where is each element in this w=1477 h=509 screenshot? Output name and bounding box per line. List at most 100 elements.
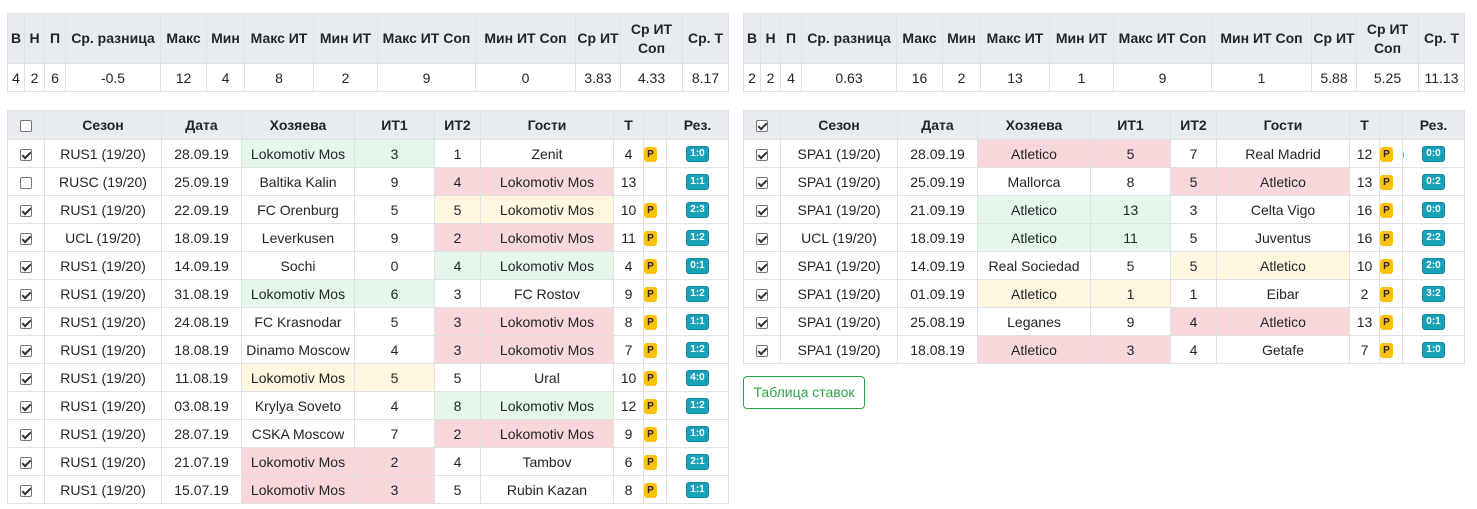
row-checkbox[interactable] bbox=[756, 176, 768, 189]
result-badge[interactable]: 1:2 bbox=[686, 398, 709, 415]
result-badge[interactable]: 2:0 bbox=[1422, 258, 1445, 275]
col-home[interactable]: Хозяева bbox=[977, 110, 1091, 140]
col-it2[interactable]: ИТ2 bbox=[1170, 110, 1217, 140]
away-team-cell[interactable]: Atletico bbox=[1216, 251, 1350, 280]
col-it1[interactable]: ИТ1 bbox=[1090, 110, 1171, 140]
p-badge[interactable]: P bbox=[1380, 314, 1393, 330]
row-checkbox[interactable] bbox=[20, 288, 32, 301]
away-team-cell[interactable]: Real Madrid bbox=[1216, 139, 1350, 168]
row-checkbox-cell[interactable] bbox=[7, 475, 45, 504]
result-badge[interactable]: 3:2 bbox=[1422, 286, 1445, 303]
row-checkbox-cell[interactable] bbox=[743, 307, 781, 336]
row-checkbox-cell[interactable] bbox=[743, 279, 781, 308]
select-all-checkbox[interactable] bbox=[756, 120, 768, 133]
row-checkbox[interactable] bbox=[20, 148, 32, 161]
col-away[interactable]: Гости bbox=[480, 110, 614, 140]
row-checkbox-cell[interactable] bbox=[7, 279, 45, 308]
row-checkbox[interactable] bbox=[756, 148, 768, 161]
row-checkbox[interactable] bbox=[20, 344, 32, 357]
row-checkbox-cell[interactable] bbox=[7, 419, 45, 448]
result-badge[interactable]: 1:1 bbox=[686, 314, 709, 331]
home-team-cell[interactable]: Real Sociedad bbox=[977, 251, 1091, 280]
row-checkbox[interactable] bbox=[756, 288, 768, 301]
col-it2[interactable]: ИТ2 bbox=[434, 110, 481, 140]
col-date[interactable]: Дата bbox=[897, 110, 978, 140]
home-team-cell[interactable]: Lokomotiv Mos bbox=[241, 363, 355, 392]
row-checkbox-cell[interactable] bbox=[743, 251, 781, 280]
p-badge[interactable]: P bbox=[644, 398, 657, 414]
row-checkbox-cell[interactable] bbox=[7, 195, 45, 224]
row-checkbox[interactable] bbox=[756, 344, 768, 357]
result-badge[interactable]: 2:3 bbox=[686, 202, 709, 219]
home-team-cell[interactable]: FC Krasnodar bbox=[241, 307, 355, 336]
home-team-cell[interactable]: CSKA Moscow bbox=[241, 419, 355, 448]
home-team-cell[interactable]: Dinamo Moscow bbox=[241, 335, 355, 364]
away-team-cell[interactable]: FC Rostov bbox=[480, 279, 614, 308]
col-date[interactable]: Дата bbox=[161, 110, 242, 140]
home-team-cell[interactable]: Lokomotiv Mos bbox=[241, 279, 355, 308]
row-checkbox-cell[interactable] bbox=[743, 223, 781, 252]
away-team-cell[interactable]: Lokomotiv Mos bbox=[480, 195, 614, 224]
away-team-cell[interactable]: Lokomotiv Mos bbox=[480, 167, 614, 196]
row-checkbox[interactable] bbox=[756, 316, 768, 329]
row-checkbox-cell[interactable] bbox=[743, 195, 781, 224]
row-checkbox[interactable] bbox=[20, 372, 32, 385]
away-team-cell[interactable]: Getafe bbox=[1216, 335, 1350, 364]
home-team-cell[interactable]: Leverkusen bbox=[241, 223, 355, 252]
row-checkbox-cell[interactable] bbox=[7, 307, 45, 336]
result-badge[interactable]: 2:1 bbox=[686, 454, 709, 471]
row-checkbox-cell[interactable] bbox=[7, 363, 45, 392]
away-team-cell[interactable]: Atletico bbox=[1216, 167, 1350, 196]
result-badge[interactable]: 0:0 bbox=[1422, 146, 1445, 163]
col-total[interactable]: Т bbox=[613, 110, 644, 140]
p-badge[interactable]: P bbox=[644, 230, 657, 246]
row-checkbox-cell[interactable] bbox=[7, 391, 45, 420]
away-team-cell[interactable]: Atletico bbox=[1216, 307, 1350, 336]
col-away[interactable]: Гости bbox=[1216, 110, 1350, 140]
result-badge[interactable]: 1:1 bbox=[686, 174, 709, 191]
row-checkbox-cell[interactable] bbox=[7, 167, 45, 196]
col-season[interactable]: Сезон bbox=[780, 110, 898, 140]
row-checkbox[interactable] bbox=[20, 428, 32, 441]
home-team-cell[interactable]: Lokomotiv Mos bbox=[241, 139, 355, 168]
home-team-cell[interactable]: Leganes bbox=[977, 307, 1091, 336]
p-badge[interactable]: P bbox=[1380, 230, 1393, 246]
away-team-cell[interactable]: Lokomotiv Mos bbox=[480, 223, 614, 252]
away-team-cell[interactable]: Lokomotiv Mos bbox=[480, 335, 614, 364]
result-badge[interactable]: 1:0 bbox=[686, 426, 709, 443]
col-total[interactable]: Т bbox=[1349, 110, 1380, 140]
home-team-cell[interactable]: Lokomotiv Mos bbox=[241, 475, 355, 504]
home-team-cell[interactable]: Atletico bbox=[977, 195, 1091, 224]
row-checkbox[interactable] bbox=[20, 456, 32, 469]
row-checkbox[interactable] bbox=[20, 232, 32, 245]
p-badge[interactable]: P bbox=[644, 482, 657, 498]
bets-table-button[interactable]: Таблица ставок bbox=[743, 376, 865, 409]
result-badge[interactable]: 1:2 bbox=[686, 286, 709, 303]
row-checkbox[interactable] bbox=[20, 400, 32, 413]
p-badge[interactable]: P bbox=[644, 426, 657, 442]
away-team-cell[interactable]: Lokomotiv Mos bbox=[480, 307, 614, 336]
result-badge[interactable]: 4:0 bbox=[686, 370, 709, 387]
result-badge[interactable]: 0:1 bbox=[686, 258, 709, 275]
p-badge[interactable]: P bbox=[644, 314, 657, 330]
col-result[interactable]: Рез. bbox=[1402, 110, 1465, 140]
p-badge[interactable]: P bbox=[1380, 146, 1393, 162]
row-checkbox[interactable] bbox=[756, 204, 768, 217]
row-checkbox[interactable] bbox=[20, 316, 32, 329]
p-badge[interactable]: P bbox=[644, 258, 657, 274]
row-checkbox[interactable] bbox=[20, 484, 32, 497]
row-checkbox[interactable] bbox=[20, 176, 32, 189]
col-result[interactable]: Рез. bbox=[666, 110, 729, 140]
away-team-cell[interactable]: Celta Vigo bbox=[1216, 195, 1350, 224]
select-all-checkbox-cell[interactable] bbox=[7, 110, 45, 140]
p-badge[interactable]: P bbox=[1380, 342, 1393, 358]
home-team-cell[interactable]: Baltika Kalin bbox=[241, 167, 355, 196]
home-team-cell[interactable]: Sochi bbox=[241, 251, 355, 280]
row-checkbox-cell[interactable] bbox=[7, 251, 45, 280]
row-checkbox[interactable] bbox=[20, 260, 32, 273]
row-checkbox[interactable] bbox=[20, 204, 32, 217]
select-all-checkbox[interactable] bbox=[20, 120, 32, 133]
result-badge[interactable]: 1:2 bbox=[686, 342, 709, 359]
result-badge[interactable]: 0:0 bbox=[1422, 202, 1445, 219]
col-home[interactable]: Хозяева bbox=[241, 110, 355, 140]
